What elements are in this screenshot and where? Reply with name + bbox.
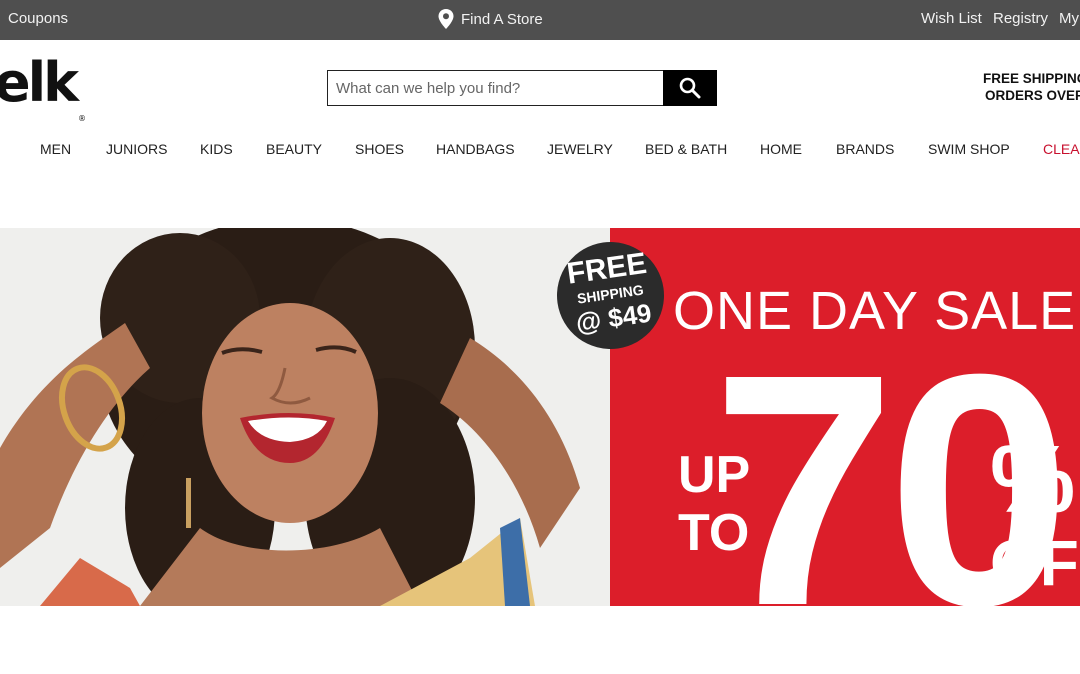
nav-beauty[interactable]: BEAUTY: [266, 141, 322, 157]
nav-juniors[interactable]: JUNIORS: [106, 141, 167, 157]
nav-kids[interactable]: KIDS: [200, 141, 233, 157]
hero-photo: [0, 228, 610, 606]
find-store-link[interactable]: Find A Store: [437, 8, 543, 30]
nav-brands[interactable]: BRANDS: [836, 141, 894, 157]
registry-link[interactable]: Registry: [993, 10, 1048, 27]
search-bar: [327, 70, 717, 106]
nav-bed-bath[interactable]: BED & BATH: [645, 141, 727, 157]
logo-text: elk: [0, 51, 79, 114]
wish-list-link[interactable]: Wish List: [921, 10, 982, 27]
model-illustration: [0, 228, 580, 606]
off-word: OFF: [990, 527, 1080, 599]
nav-home[interactable]: HOME: [760, 141, 802, 157]
utility-bar: Coupons Find A Store Wish List Registry …: [0, 0, 1080, 40]
shipping-promo[interactable]: FREE SHIPPING ORDERS OVER $: [983, 70, 1080, 104]
nav-jewelry[interactable]: JEWELRY: [547, 141, 613, 157]
nav-men[interactable]: MEN: [40, 141, 71, 157]
trademark-mark: ®: [78, 114, 87, 123]
search-input[interactable]: [327, 70, 663, 106]
my-account-link[interactable]: My: [1059, 10, 1079, 27]
nav-shoes[interactable]: SHOES: [355, 141, 404, 157]
nav-clearance[interactable]: CLEAR: [1043, 141, 1080, 157]
search-icon: [679, 77, 701, 99]
search-button[interactable]: [663, 70, 717, 106]
percent-sign: %: [990, 426, 1076, 533]
map-pin-icon: [438, 9, 454, 29]
nav-swim-shop[interactable]: SWIM SHOP: [928, 141, 1010, 157]
shipping-promo-line1: FREE SHIPPING: [983, 71, 1080, 86]
shipping-promo-line2: ORDERS OVER $: [985, 88, 1080, 103]
find-store-label: Find A Store: [461, 10, 543, 28]
nav-handbags[interactable]: HANDBAGS: [436, 141, 515, 157]
site-logo[interactable]: elk®: [0, 56, 86, 124]
coupons-link[interactable]: Coupons: [8, 10, 68, 27]
